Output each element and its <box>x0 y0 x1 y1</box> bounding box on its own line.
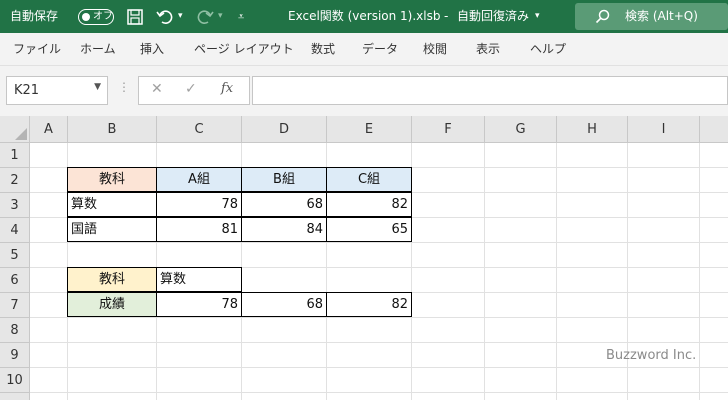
cell-c2[interactable]: A組 <box>156 167 242 192</box>
cell-e3[interactable]: 82 <box>326 192 412 217</box>
tab-view[interactable]: 表示 <box>476 33 500 66</box>
cell-c3[interactable]: 78 <box>156 192 242 217</box>
row-header-overflow[interactable] <box>0 393 30 400</box>
row-header-10[interactable]: 10 <box>0 368 30 393</box>
gridline <box>30 392 728 393</box>
gridline <box>556 143 557 400</box>
formula-buttons: ✕ ✓ fx <box>138 76 250 105</box>
row-header-8[interactable]: 8 <box>0 318 30 343</box>
formula-bar: K21 ▼ ⋮ ✕ ✓ fx <box>0 66 728 116</box>
row-header-2[interactable]: 2 <box>0 168 30 193</box>
autosave-state: オフ <box>93 11 113 22</box>
tab-home[interactable]: ホーム <box>80 33 116 66</box>
formula-bar-grip-icon[interactable]: ⋮ <box>118 80 130 94</box>
tab-insert[interactable]: 挿入 <box>140 33 164 66</box>
save-status-dropdown-icon[interactable]: ▾ <box>535 0 540 33</box>
gridline <box>30 342 728 343</box>
col-header-b[interactable]: B <box>68 116 157 143</box>
search-label: 検索 (Alt+Q) <box>625 9 698 23</box>
gridline <box>30 242 728 243</box>
search-icon <box>595 9 610 24</box>
redo-dropdown-icon[interactable]: ▾ <box>218 0 223 33</box>
gridline <box>30 367 728 368</box>
toggle-knob <box>82 12 90 21</box>
enter-icon[interactable]: ✓ <box>185 81 197 97</box>
col-header-g[interactable]: G <box>485 116 557 143</box>
col-header-c[interactable]: C <box>157 116 242 143</box>
tab-formulas[interactable]: 数式 <box>311 33 335 66</box>
tab-page-layout[interactable]: ページ レイアウト <box>194 33 294 66</box>
document-title: Excel関数 (version 1).xlsb <box>288 9 441 23</box>
row-header-6[interactable]: 6 <box>0 268 30 293</box>
autosave-label: 自動保存 <box>10 9 59 23</box>
cell-d2[interactable]: B組 <box>241 167 327 192</box>
cell-e2[interactable]: C組 <box>326 167 412 192</box>
name-box-dropdown-icon[interactable]: ▼ <box>94 82 101 92</box>
customize-toolbar-icon[interactable]: ⩡ <box>238 0 244 33</box>
cell-e7[interactable]: 82 <box>326 292 412 317</box>
cell-b3[interactable]: 算数 <box>67 192 157 217</box>
select-all-corner[interactable] <box>0 116 30 143</box>
autosave-toggle[interactable]: オフ <box>78 9 114 25</box>
col-header-d[interactable]: D <box>242 116 327 143</box>
row-header-7[interactable]: 7 <box>0 293 30 318</box>
undo-icon[interactable] <box>156 8 174 26</box>
col-header-f[interactable]: F <box>412 116 485 143</box>
row-header-3[interactable]: 3 <box>0 193 30 218</box>
name-box-value: K21 <box>14 83 40 98</box>
insert-function-icon[interactable]: fx <box>221 81 233 96</box>
cell-c7[interactable]: 78 <box>156 292 242 317</box>
cell-d3[interactable]: 68 <box>241 192 327 217</box>
gridline <box>699 143 700 400</box>
watermark: Buzzword Inc. <box>606 348 697 363</box>
col-header-e[interactable]: E <box>327 116 412 143</box>
tab-help[interactable]: ヘルプ <box>530 33 566 66</box>
cell-b6[interactable]: 教科 <box>67 267 157 292</box>
name-box[interactable]: K21 ▼ <box>6 76 108 105</box>
tab-file[interactable]: ファイル <box>13 33 61 66</box>
title-bar: 自動保存 オフ ▾ ▾ ⩡ Excel関数 (version 1).xlsb -… <box>0 0 728 33</box>
row-header-5[interactable]: 5 <box>0 243 30 268</box>
col-header-overflow[interactable] <box>700 116 728 143</box>
col-header-i[interactable]: I <box>628 116 700 143</box>
select-all-icon <box>15 128 27 140</box>
gridline <box>30 317 728 318</box>
cell-d7[interactable]: 68 <box>241 292 327 317</box>
cell-d4[interactable]: 84 <box>241 217 327 242</box>
tab-data[interactable]: データ <box>362 33 398 66</box>
cell-b2[interactable]: 教科 <box>67 167 157 192</box>
search-box[interactable]: 検索 (Alt+Q) <box>575 3 728 30</box>
col-header-a[interactable]: A <box>30 116 68 143</box>
undo-dropdown-icon[interactable]: ▾ <box>178 0 183 33</box>
cell-e4[interactable]: 65 <box>326 217 412 242</box>
redo-icon[interactable] <box>196 8 214 26</box>
title-separator: - <box>444 9 449 23</box>
ribbon-tabs: ファイル ホーム 挿入 ページ レイアウト 数式 データ 校閲 表示 ヘルプ <box>0 33 728 66</box>
cancel-icon[interactable]: ✕ <box>151 81 163 97</box>
row-header-9[interactable]: 9 <box>0 343 30 368</box>
row-header-1[interactable]: 1 <box>0 143 30 168</box>
save-status[interactable]: 自動回復済み <box>457 0 529 33</box>
col-header-h[interactable]: H <box>557 116 628 143</box>
cell-b7[interactable]: 成績 <box>67 292 157 317</box>
formula-input[interactable] <box>252 76 728 105</box>
tab-review[interactable]: 校閲 <box>423 33 447 66</box>
gridline <box>484 143 485 400</box>
cell-c6[interactable]: 算数 <box>156 267 242 292</box>
cell-b4[interactable]: 国語 <box>67 217 157 242</box>
row-header-4[interactable]: 4 <box>0 218 30 243</box>
cell-c4[interactable]: 81 <box>156 217 242 242</box>
save-icon[interactable] <box>126 8 144 26</box>
